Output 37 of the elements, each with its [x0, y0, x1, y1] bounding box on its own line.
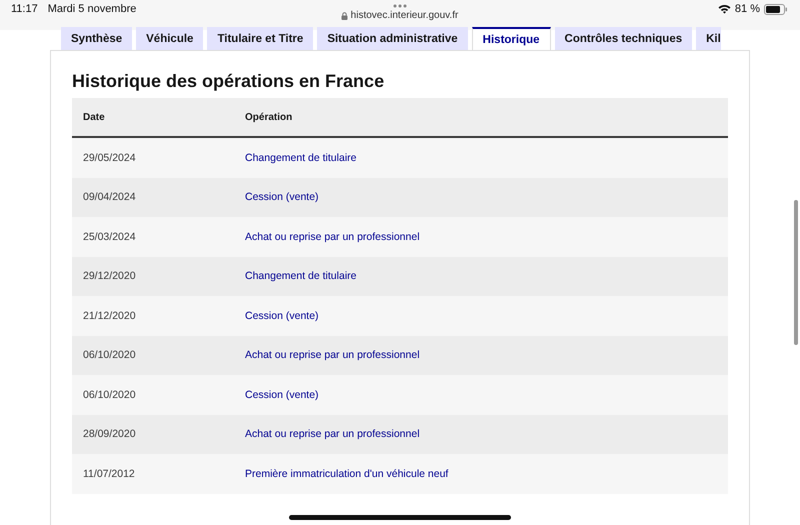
date-cell: 29/12/2020 [83, 270, 136, 282]
operation-link[interactable]: Cession (vente) [245, 191, 319, 204]
date-cell: 28/09/2020 [83, 428, 136, 440]
tab[interactable]: Contrôles techniques [554, 27, 692, 50]
lock-icon [340, 12, 348, 20]
battery-percent: 81 % [734, 3, 760, 15]
date-cell: 21/12/2020 [83, 310, 136, 322]
tab[interactable]: Kil [696, 27, 721, 50]
status-time: 11:17 [11, 3, 38, 15]
column-header: Date [83, 112, 105, 122]
tab[interactable]: Véhicule [136, 27, 204, 50]
operation-link[interactable]: Achat ou reprise par un professionnel [245, 428, 420, 440]
tab[interactable]: Titulaire et Titre [207, 27, 314, 50]
date-cell: 09/04/2024 [83, 191, 136, 204]
scroll-bar[interactable] [794, 200, 798, 345]
date-cell: 06/10/2020 [83, 388, 136, 401]
tab[interactable]: Synthèse [61, 27, 132, 50]
operation-link[interactable]: Première immatriculation d'un véhicule neuf [245, 468, 448, 480]
wifi-icon [718, 4, 731, 14]
tab[interactable]: Situation administrative [317, 27, 468, 50]
operation-link[interactable]: Changement de titulaire [245, 152, 356, 164]
operation-link[interactable]: Cession (vente) [245, 388, 319, 401]
operation-link[interactable]: Cession (vente) [245, 310, 319, 322]
tab[interactable]: Historique [472, 27, 551, 50]
date-cell: 11/07/2012 [83, 468, 135, 480]
date-cell: 25/03/2024 [83, 230, 136, 243]
status-date: Mardi 5 novembre [48, 3, 136, 15]
date-cell: 06/10/2020 [83, 349, 136, 362]
address-bar[interactable]: histovec.interieur.gouv.fr [340, 10, 458, 21]
column-header: Opération [245, 112, 292, 122]
operation-link[interactable]: Changement de titulaire [245, 270, 356, 282]
more-icon[interactable] [392, 4, 406, 8]
battery-icon [764, 4, 788, 14]
section-title: Historique des opérations en France [72, 71, 386, 92]
operation-link[interactable]: Achat ou reprise par un professionnel [245, 349, 420, 362]
operation-link[interactable]: Achat ou reprise par un professionnel [245, 230, 420, 243]
date-cell: 29/05/2024 [83, 152, 136, 164]
